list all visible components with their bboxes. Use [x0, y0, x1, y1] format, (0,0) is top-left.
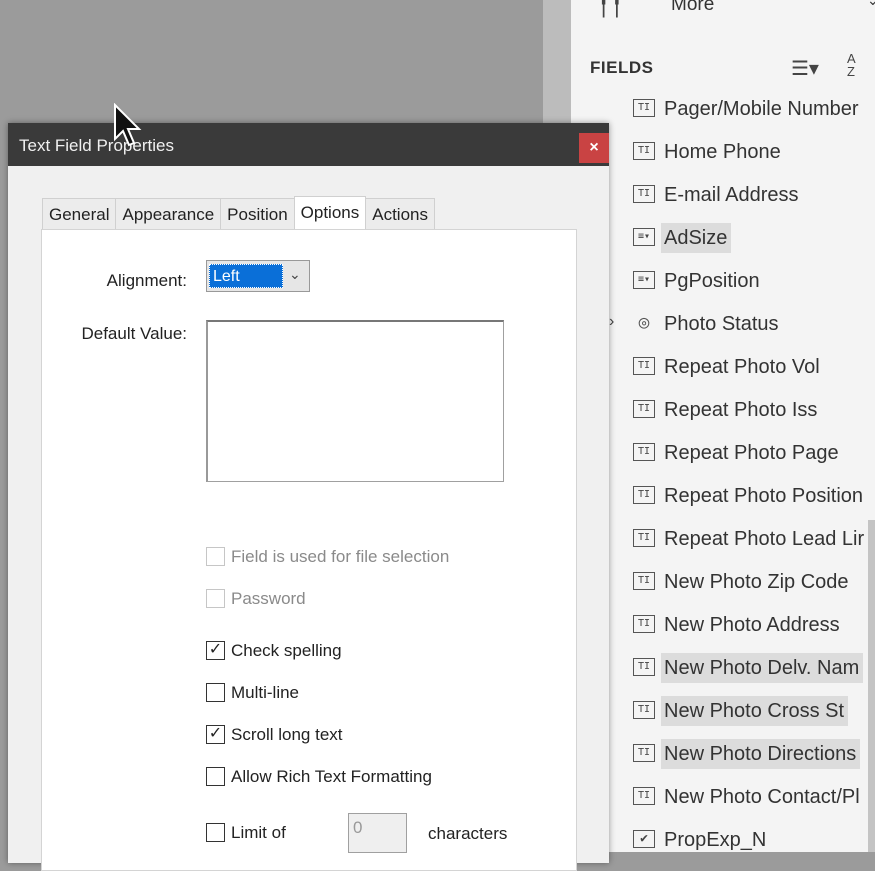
radio-field-icon: ◎	[638, 312, 650, 333]
text-field-icon: TI	[633, 658, 655, 676]
text-field-icon: TI	[633, 99, 655, 117]
field-item[interactable]: TI Repeat Photo Lead Lir	[571, 524, 875, 554]
field-item[interactable]: ≡▾ PgPosition	[571, 266, 875, 296]
multiline-label: Multi-line	[231, 683, 300, 702]
chevron-down-icon: ⌄	[289, 266, 301, 282]
field-item[interactable]: TI E-mail Address	[571, 180, 875, 210]
mouse-cursor-icon	[114, 103, 142, 147]
alignment-value: Left	[209, 264, 283, 288]
text-field-icon: TI	[633, 486, 655, 504]
alignment-label: Alignment:	[106, 271, 187, 290]
more-button[interactable]: ╿╿ More ⌄	[597, 0, 875, 20]
tab-position[interactable]: Position	[220, 198, 295, 229]
sort-az-icon[interactable]: A Z	[847, 52, 875, 78]
limit-input[interactable]: 0	[348, 813, 407, 853]
text-field-icon: TI	[633, 185, 655, 203]
fields-title: FIELDS	[590, 58, 654, 77]
chevron-right-icon[interactable]: ›	[609, 313, 614, 331]
field-item[interactable]: TI New Photo Directions	[571, 739, 875, 769]
text-field-icon: TI	[633, 400, 655, 418]
field-name: New Photo Cross St	[661, 696, 849, 726]
field-name: New Photo Contact/Pl	[664, 786, 860, 808]
field-item[interactable]: TI New Photo Address	[571, 610, 875, 640]
field-item[interactable]: TI New Photo Cross St	[571, 696, 875, 726]
field-item[interactable]: TI New Photo Delv. Nam	[571, 653, 875, 683]
field-name: New Photo Address	[664, 614, 840, 636]
field-name: Repeat Photo Position	[664, 485, 864, 507]
default-value-label: Default Value:	[81, 324, 187, 343]
field-name: Repeat Photo Lead Lir	[664, 528, 865, 550]
text-field-icon: TI	[633, 572, 655, 590]
tab-appearance[interactable]: Appearance	[115, 198, 222, 229]
password-label: Password	[231, 589, 306, 608]
default-value-field[interactable]	[206, 320, 504, 482]
combo-field-icon: ≡▾	[633, 271, 655, 289]
field-name: New Photo Delv. Nam	[661, 653, 864, 683]
text-field-icon: TI	[633, 744, 655, 762]
more-label: More	[671, 0, 715, 15]
text-field-icon: TI	[633, 142, 655, 160]
text-field-icon: TI	[633, 443, 655, 461]
sort-lines-icon[interactable]: ☰▾	[791, 56, 819, 81]
multiline-checkbox[interactable]	[206, 683, 225, 702]
field-name: PropExp_N	[664, 829, 767, 851]
tab-actions[interactable]: Actions	[365, 198, 435, 229]
check-spelling-label: Check spelling	[231, 641, 342, 660]
text-field-icon: TI	[633, 615, 655, 633]
field-item[interactable]: TI Pager/Mobile Number	[571, 94, 875, 124]
password-checkbox[interactable]	[206, 589, 225, 608]
field-name: Repeat Photo Iss	[664, 399, 818, 421]
field-name: Home Phone	[664, 141, 781, 163]
tab-options[interactable]: Options	[293, 196, 367, 229]
field-item[interactable]: TI Repeat Photo Iss	[571, 395, 875, 425]
field-name: PgPosition	[664, 270, 760, 292]
fields-panel: ╿╿ More ⌄ FIELDS ☰▾ A Z TI Pager/Mobile N…	[571, 0, 875, 852]
text-field-icon: TI	[633, 701, 655, 719]
limit-of-label: Limit of	[231, 823, 286, 842]
limit-checkbox[interactable]	[206, 823, 225, 842]
characters-label: characters	[428, 824, 508, 843]
field-name: Pager/Mobile Number	[664, 98, 859, 120]
field-item[interactable]: TI Repeat Photo Position	[571, 481, 875, 511]
field-name: E-mail Address	[664, 184, 799, 206]
text-field-properties-dialog: Text Field Properties × General Appearan…	[8, 123, 609, 871]
field-item[interactable]: TI New Photo Zip Code	[571, 567, 875, 597]
field-name: Repeat Photo Page	[664, 442, 839, 464]
chevron-down-icon: ⌄	[867, 0, 875, 8]
field-name: AdSize	[661, 223, 732, 253]
sort-az-bottom: Z	[847, 64, 855, 79]
field-item[interactable]: TI Repeat Photo Page	[571, 438, 875, 468]
field-name: Photo Status	[664, 313, 779, 335]
text-field-icon: TI	[633, 529, 655, 547]
text-field-icon: TI	[633, 787, 655, 805]
tab-bar: General Appearance Position Options Acti…	[42, 196, 435, 230]
scroll-long-text-checkbox[interactable]: ✓	[206, 725, 225, 744]
tools-icon: ╿╿	[597, 0, 624, 17]
file-selection-label: Field is used for file selection	[231, 547, 450, 566]
check-spelling-checkbox[interactable]: ✓	[206, 641, 225, 660]
dialog-title: Text Field Properties	[19, 136, 174, 155]
field-name: New Photo Zip Code	[664, 571, 849, 593]
scroll-long-text-label: Scroll long text	[231, 725, 343, 744]
scrollbar[interactable]	[868, 520, 875, 852]
field-item[interactable]: › ◎ Photo Status	[571, 309, 875, 339]
field-item[interactable]: ✔ PropExp_N	[571, 825, 875, 852]
combo-field-icon: ≡▾	[633, 228, 655, 246]
field-item[interactable]: TI Home Phone	[571, 137, 875, 167]
field-name: New Photo Directions	[661, 739, 861, 769]
rich-text-label: Allow Rich Text Formatting	[231, 767, 432, 786]
field-name: Repeat Photo Vol	[664, 356, 820, 378]
tab-general[interactable]: General	[42, 198, 117, 229]
rich-text-checkbox[interactable]	[206, 767, 225, 786]
close-button[interactable]: ×	[579, 133, 609, 163]
dialog-titlebar[interactable]: Text Field Properties ×	[8, 123, 609, 166]
field-item[interactable]: TI Repeat Photo Vol	[571, 352, 875, 382]
field-item[interactable]: ≡▾ AdSize	[571, 223, 875, 253]
check-field-icon: ✔	[633, 830, 655, 848]
field-item[interactable]: TI New Photo Contact/Pl	[571, 782, 875, 812]
file-selection-checkbox[interactable]	[206, 547, 225, 566]
text-field-icon: TI	[633, 357, 655, 375]
alignment-select[interactable]: Left ⌄	[206, 260, 310, 292]
